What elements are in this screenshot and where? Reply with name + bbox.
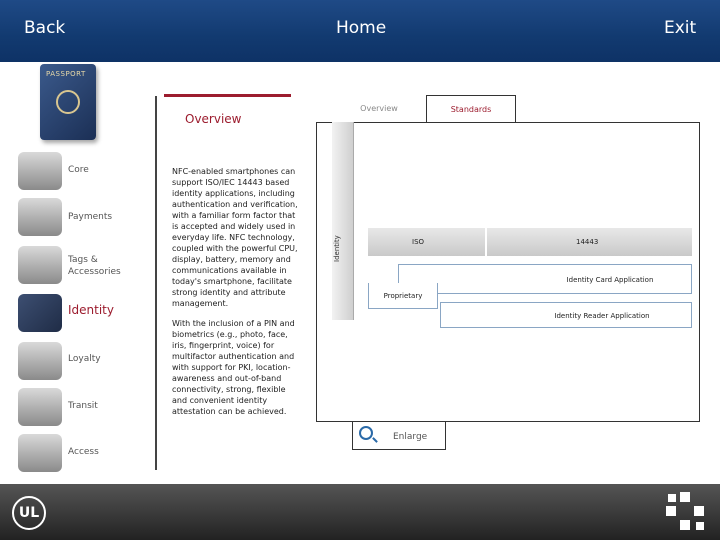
sidebar-item-loyalty[interactable]: Loyalty: [14, 338, 154, 384]
description-text: NFC-enabled smartphones can support ISO/…: [172, 166, 302, 426]
sidebar-item-payments[interactable]: Payments: [14, 194, 154, 240]
loyalty-icon: [18, 342, 62, 380]
exit-button[interactable]: Exit: [664, 18, 696, 38]
sidebar-item-label: Payments: [68, 212, 113, 222]
identity-reader-application-box: Identity Reader Application: [440, 302, 692, 328]
enlarge-label: Enlarge: [393, 432, 428, 442]
identity-vertical-bar: Identity: [332, 122, 354, 320]
identity-card-application-box: Identity Card Application: [398, 264, 692, 294]
keys-icon: [18, 434, 62, 472]
sidebar-item-transit[interactable]: Transit: [14, 384, 154, 430]
home-button[interactable]: Home: [336, 18, 386, 38]
tags-icon: [18, 246, 62, 284]
proprietary-box: Proprietary: [368, 283, 438, 309]
top-navigation-bar: Back Home Exit: [0, 0, 720, 62]
description-paragraph-2: With the inclusion of a PIN and biometri…: [172, 319, 295, 416]
sidebar-item-identity[interactable]: Identity: [14, 290, 154, 336]
iso-number: 14443: [576, 238, 599, 246]
passport-cover-text: PASSPORT: [46, 70, 86, 78]
sidebar-item-tags-accessories[interactable]: Tags & Accessories: [14, 242, 154, 288]
ul-logo: UL: [12, 496, 46, 530]
enlarge-button[interactable]: Enlarge: [352, 422, 446, 450]
description-paragraph-1: NFC-enabled smartphones can support ISO/…: [172, 167, 298, 308]
core-icon: [18, 152, 62, 190]
footer-bar: [0, 484, 720, 540]
passport-seal: [56, 90, 80, 114]
corner-logo-icon: [666, 492, 706, 532]
iso-label: ISO: [412, 238, 425, 246]
payments-icon: [18, 198, 62, 236]
sidebar-item-core[interactable]: Core: [14, 148, 154, 194]
overview-tab-underline: [164, 94, 291, 97]
iso-standard-box: ISO 14443: [368, 228, 692, 256]
sidebar-item-access[interactable]: Access: [14, 430, 154, 476]
zoom-icon: [359, 426, 373, 440]
sidebar-item-label: Access: [68, 447, 99, 457]
tab-standards[interactable]: Standards: [426, 95, 516, 123]
sidebar-divider: [155, 96, 157, 470]
sidebar-item-label: Identity: [68, 303, 114, 317]
sidebar-item-label: Transit: [68, 401, 98, 411]
identity-passport-icon: [18, 294, 62, 332]
identity-label: Identity: [333, 235, 341, 262]
iso-divider: [485, 228, 487, 256]
back-button[interactable]: Back: [24, 18, 65, 38]
train-icon: [18, 388, 62, 426]
tab-overview[interactable]: Overview: [332, 95, 426, 123]
sidebar-item-label: Tags & Accessories: [68, 255, 121, 277]
sidebar-item-label: Core: [68, 165, 89, 175]
page-title: Overview: [185, 112, 242, 126]
sidebar-item-label: Loyalty: [68, 354, 101, 364]
passport-icon: PASSPORT: [40, 64, 96, 140]
